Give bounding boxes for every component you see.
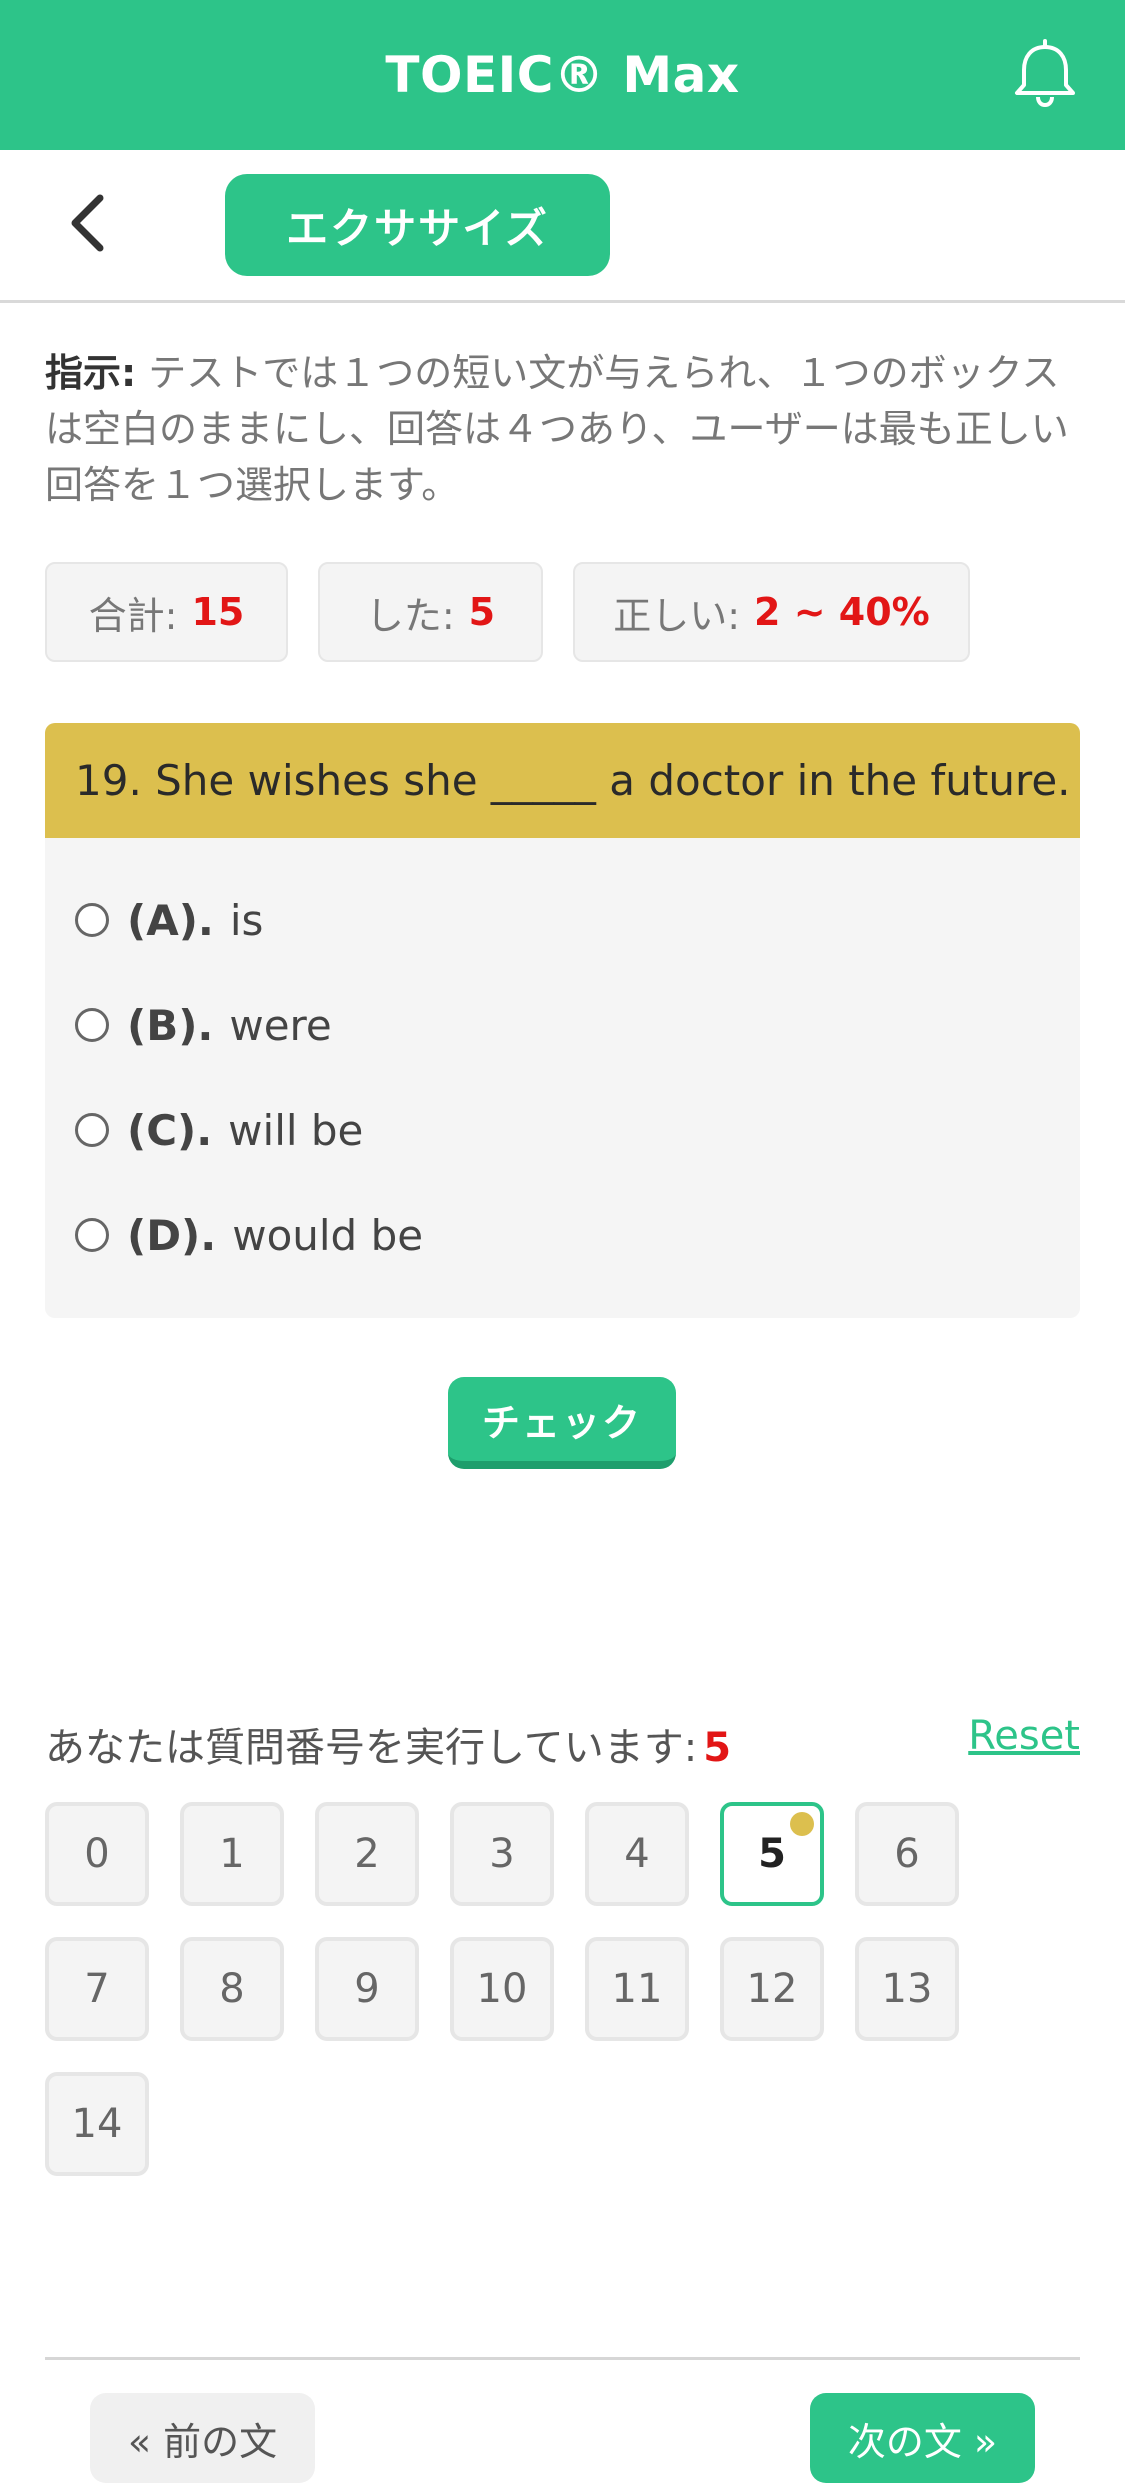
- question-number-button[interactable]: 6: [855, 1802, 959, 1906]
- option-text: would be: [232, 1210, 424, 1260]
- option-letter: (B).: [127, 1000, 214, 1050]
- stat-done: した: 5: [318, 562, 543, 662]
- stat-total: 合計: 15: [45, 562, 288, 662]
- question-number-button[interactable]: 12: [720, 1937, 824, 2041]
- question-number-button[interactable]: 0: [45, 1802, 149, 1906]
- radio-icon[interactable]: [75, 1218, 109, 1252]
- stat-total-label: 合計:: [88, 593, 178, 638]
- stat-done-label: した:: [365, 593, 455, 638]
- option-text: will be: [228, 1105, 364, 1155]
- app-title: TOEIC® Max: [385, 46, 740, 104]
- next-sentence-button[interactable]: 次の文 »: [810, 2393, 1035, 2483]
- option-text: is: [229, 895, 264, 945]
- reset-link[interactable]: Reset: [968, 1713, 1080, 1759]
- question-number-button[interactable]: 7: [45, 1937, 149, 2041]
- question-number-button[interactable]: 10: [450, 1937, 554, 2041]
- question-number-button[interactable]: 8: [180, 1937, 284, 2041]
- current-marker-dot: [790, 1812, 814, 1836]
- previous-sentence-button[interactable]: « 前の文: [90, 2393, 315, 2483]
- option-text: were: [229, 1000, 332, 1050]
- option-c[interactable]: (C). will be: [75, 1090, 363, 1170]
- question-number-button[interactable]: 14: [45, 2072, 149, 2176]
- exercise-button[interactable]: エクササイズ: [225, 174, 610, 276]
- divider: [45, 2357, 1080, 2360]
- radio-icon[interactable]: [75, 1008, 109, 1042]
- back-arrow-icon[interactable]: [55, 188, 125, 258]
- question-number-button-active[interactable]: 5: [720, 1802, 824, 1906]
- bell-icon[interactable]: [1005, 35, 1085, 115]
- option-letter: (A).: [127, 895, 214, 945]
- stat-done-value: 5: [468, 590, 496, 634]
- instructions-text: テストでは１つの短い文が与えられ、１つのボックスは空白のままにし、回答は４つあり…: [45, 351, 1069, 507]
- stat-correct: 正しい: 2 ~ 40%: [573, 562, 970, 662]
- current-question-number: 5: [703, 1725, 732, 1771]
- app-bar: TOEIC® Max: [0, 0, 1125, 150]
- sub-header: エクササイズ: [0, 150, 1125, 303]
- question-number-button[interactable]: 2: [315, 1802, 419, 1906]
- radio-icon[interactable]: [75, 1113, 109, 1147]
- stat-correct-value: 2 ~ 40%: [754, 590, 930, 634]
- question-number-button[interactable]: 4: [585, 1802, 689, 1906]
- radio-icon[interactable]: [75, 903, 109, 937]
- progress-label: あなたは質問番号を実行しています: 5: [45, 1715, 731, 1773]
- check-button[interactable]: チェック: [448, 1377, 676, 1469]
- question-number-button[interactable]: 9: [315, 1937, 419, 2041]
- question-number-button[interactable]: 3: [450, 1802, 554, 1906]
- instructions-label: 指示:: [45, 351, 137, 395]
- option-letter: (C).: [127, 1105, 213, 1155]
- option-a[interactable]: (A). is: [75, 880, 263, 960]
- question-number: 5: [758, 1831, 786, 1877]
- stat-correct-label: 正しい:: [613, 593, 741, 638]
- question-number-button[interactable]: 11: [585, 1937, 689, 2041]
- instructions: 指示: テストでは１つの短い文が与えられ、１つのボックスは空白のままにし、回答は…: [45, 345, 1085, 513]
- question-card: 19. She wishes she _____ a doctor in the…: [45, 723, 1080, 1318]
- question-text: 19. She wishes she _____ a doctor in the…: [45, 723, 1080, 838]
- stat-total-value: 15: [191, 590, 245, 634]
- progress-label-text: あなたは質問番号を実行しています:: [45, 1725, 698, 1771]
- option-letter: (D).: [127, 1210, 217, 1260]
- option-d[interactable]: (D). would be: [75, 1195, 423, 1275]
- option-b[interactable]: (B). were: [75, 985, 332, 1065]
- question-number-button[interactable]: 13: [855, 1937, 959, 2041]
- question-number-button[interactable]: 1: [180, 1802, 284, 1906]
